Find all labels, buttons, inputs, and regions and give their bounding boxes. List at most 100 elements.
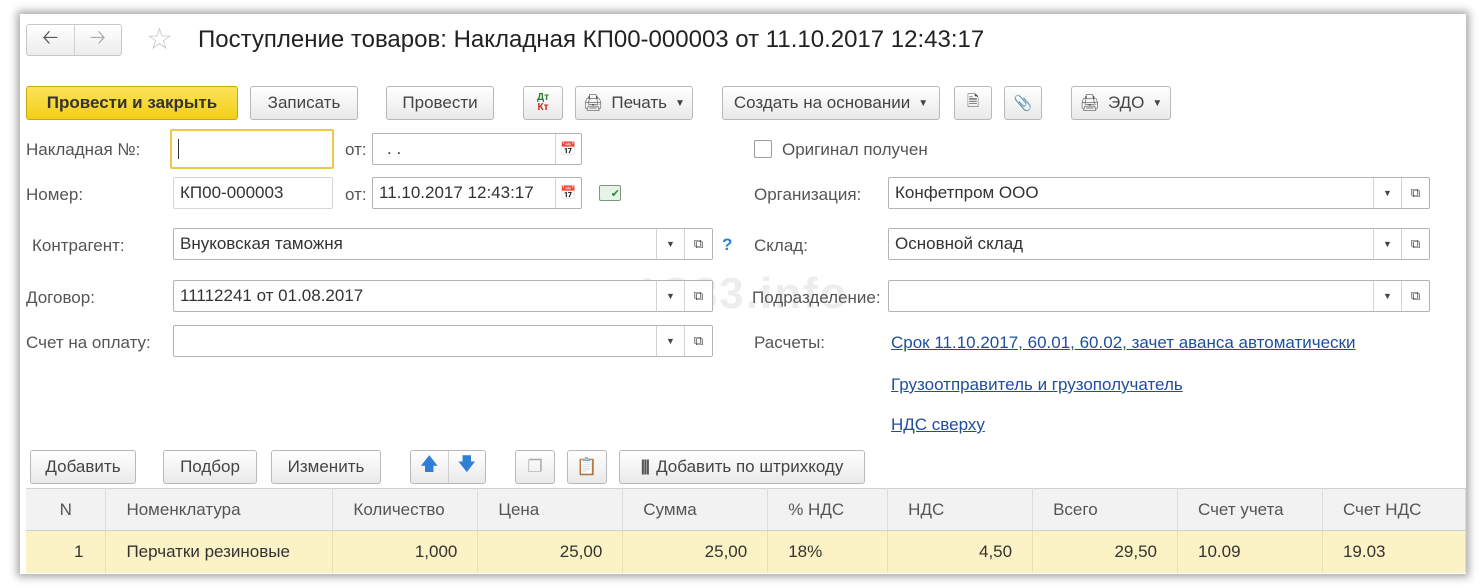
invoice-date-label: от: (345, 140, 367, 159)
edo-status-icon[interactable]: ✔ (599, 185, 621, 201)
move-up-icon[interactable]: 🡅 (411, 452, 448, 482)
help-icon[interactable]: ? (722, 235, 732, 255)
column-header[interactable]: Счет НДС (1322, 488, 1466, 531)
table-cell[interactable]: 10.09 (1177, 530, 1323, 573)
calendar-icon[interactable]: 📅 (555, 178, 581, 208)
table-cell[interactable]: 25,00 (622, 530, 769, 573)
column-header[interactable]: Сумма (622, 488, 769, 531)
table-row[interactable]: 1 Перчатки резиновые 1,000 25,00 25,00 1… (26, 530, 1466, 573)
add-row-button[interactable]: Добавить (30, 450, 136, 484)
calendar-icon[interactable]: 📅 (555, 134, 581, 164)
printer-icon: 🖨 (583, 95, 604, 112)
paperclip-icon: 📎 (1013, 95, 1033, 112)
column-header[interactable]: Всего (1032, 488, 1178, 531)
move-buttons: 🡅 🡇 (410, 450, 486, 484)
post-and-close-button[interactable]: Провести и закрыть (26, 86, 238, 120)
chevron-down-icon[interactable]: ▼ (656, 229, 684, 259)
dtkt-button[interactable]: Дт Кт (523, 86, 563, 120)
star-icon[interactable]: ☆ (146, 22, 173, 57)
move-down-icon[interactable]: 🡇 (449, 452, 486, 482)
chevron-down-icon: ▼ (675, 97, 685, 109)
number-field[interactable]: КП00-000003 (173, 177, 333, 209)
paste-button[interactable]: 📋 (567, 450, 607, 484)
edo-label: ЭДО (1108, 93, 1145, 112)
table-cell[interactable]: 29,50 (1032, 530, 1178, 573)
paste-icon: 📋 (576, 457, 598, 476)
post-button[interactable]: Провести (386, 86, 494, 120)
contractor-input[interactable]: Внуковская таможня ▼ ⧉ (173, 228, 713, 260)
table-header-row: N Номенклатура Количество Цена Сумма % Н… (26, 488, 1466, 531)
document-icon: 🗎 (966, 92, 980, 110)
pick-button[interactable]: Подбор (163, 450, 257, 484)
payment-invoice-input[interactable]: ▼ ⧉ (173, 325, 713, 357)
dtkt-icon: Дт Кт (536, 92, 550, 113)
table-cell[interactable]: 25,00 (477, 530, 624, 573)
contract-input[interactable]: 11112241 от 01.08.2017 ▼ ⧉ (173, 280, 713, 312)
column-header[interactable]: НДС (887, 488, 1034, 531)
open-icon[interactable]: ⧉ (1401, 178, 1429, 208)
division-label: Подразделение: (752, 288, 881, 307)
chevron-down-icon[interactable]: ▼ (656, 281, 684, 311)
back-button[interactable]: 🡠 (27, 25, 74, 55)
edo-button[interactable]: 🖨 ЭДО ▼ (1071, 86, 1171, 120)
add-by-barcode-button[interactable]: ||| Добавить по штрихкоду (619, 450, 865, 484)
create-based-button[interactable]: Создать на основании ▼ (722, 86, 940, 120)
contractor-value: Внуковская таможня (180, 234, 343, 253)
invoice-date-input[interactable]: . . 📅 (372, 133, 582, 165)
contract-label: Договор: (26, 288, 95, 307)
settlements-link[interactable]: Срок 11.10.2017, 60.01, 60.02, зачет ава… (891, 333, 1356, 353)
table-cell[interactable]: 4,50 (887, 530, 1034, 573)
open-icon[interactable]: ⧉ (1401, 229, 1429, 259)
attach-button[interactable]: 📎 (1004, 86, 1042, 120)
warehouse-value: Основной склад (895, 234, 1024, 253)
nav-buttons: 🡠 🡢 (26, 24, 122, 56)
chevron-down-icon[interactable]: ▼ (1373, 178, 1401, 208)
chevron-down-icon[interactable]: ▼ (1373, 281, 1401, 311)
settlements-label: Расчеты: (754, 333, 826, 352)
invoice-number-input[interactable] (170, 129, 334, 169)
copy-button[interactable]: ❐ (515, 450, 555, 484)
add-by-barcode-label: Добавить по штрихкоду (656, 457, 844, 476)
open-icon[interactable]: ⧉ (684, 281, 712, 311)
edit-row-button[interactable]: Изменить (271, 450, 381, 484)
invoice-date-value: . . (387, 139, 402, 158)
division-input[interactable]: ▼ ⧉ (888, 280, 1430, 312)
copy-icon: ❐ (527, 457, 543, 476)
number-date-value: 11.10.2017 12:43:17 (379, 183, 534, 202)
column-header[interactable]: Количество (332, 488, 479, 531)
warehouse-input[interactable]: Основной склад ▼ ⧉ (888, 228, 1430, 260)
edo-icon: 🖨 (1079, 95, 1100, 112)
chevron-down-icon[interactable]: ▼ (656, 326, 684, 356)
save-button[interactable]: Записать (250, 86, 358, 120)
forward-button[interactable]: 🡢 (73, 25, 122, 55)
open-icon[interactable]: ⧉ (684, 326, 712, 356)
chevron-down-icon[interactable]: ▼ (1373, 229, 1401, 259)
vat-on-top-link[interactable]: НДС сверху (891, 415, 985, 435)
column-header[interactable]: Номенклатура (105, 488, 334, 531)
original-received-label: Оригинал получен (782, 140, 928, 159)
window-title: Поступление товаров: Накладная КП00-0000… (198, 26, 985, 53)
table-cell[interactable]: 19.03 (1322, 530, 1466, 573)
contractor-label: Контрагент: (32, 236, 125, 255)
table-cell[interactable]: Перчатки резиновые (105, 530, 334, 573)
column-header[interactable]: % НДС (767, 488, 889, 531)
column-header[interactable]: N (26, 488, 107, 531)
column-header[interactable]: Счет учета (1177, 488, 1323, 531)
chevron-down-icon: ▼ (918, 97, 929, 109)
table-cell[interactable]: 1,000 (332, 530, 479, 573)
original-received-checkbox[interactable] (754, 140, 772, 158)
shipper-consignee-link[interactable]: Грузоотправитель и грузополучатель (891, 375, 1183, 395)
table-cell[interactable]: 18% (767, 530, 889, 573)
warehouse-label: Склад: (754, 236, 808, 255)
contract-value: 11112241 от 01.08.2017 (180, 286, 364, 305)
open-icon[interactable]: ⧉ (684, 229, 712, 259)
number-label: Номер: (26, 185, 84, 204)
column-header[interactable]: Цена (477, 488, 624, 531)
number-date-input[interactable]: 11.10.2017 12:43:17 📅 (372, 177, 582, 209)
report-button[interactable]: 🗎 (954, 86, 992, 120)
organization-input[interactable]: Конфетпром ООО ▼ ⧉ (888, 177, 1430, 209)
open-icon[interactable]: ⧉ (1401, 281, 1429, 311)
table-cell[interactable]: 1 (26, 530, 107, 573)
invoice-number-label: Накладная №: (26, 140, 141, 159)
print-button[interactable]: 🖨 Печать ▼ (575, 86, 693, 120)
